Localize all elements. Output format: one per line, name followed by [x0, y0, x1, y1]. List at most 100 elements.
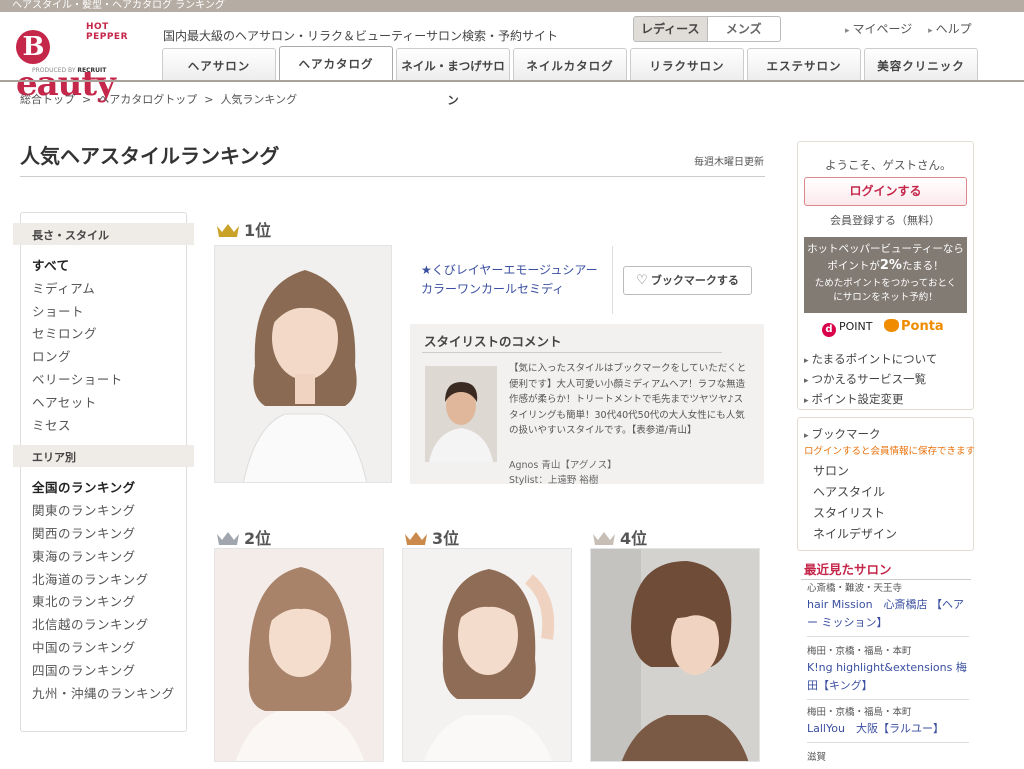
page-title: 人気ヘアスタイルランキング [20, 144, 280, 168]
silver-crown-icon [217, 532, 239, 545]
bookmark-list: サロン ヘアスタイル スタイリスト ネイルデザイン [813, 461, 897, 545]
tab-hair-catalog[interactable]: ヘアカタログ [279, 46, 393, 82]
stylist-salon[interactable]: Agnos 青山【アグノス】 [509, 458, 617, 473]
area-heading: エリア別 [13, 445, 194, 468]
logo-produced-by: PRODUCED BY RECRUIT [32, 67, 107, 74]
stylist-info: Agnos 青山【アグノス】 Stylist：上遠野 裕樹 [509, 458, 617, 488]
style-filter-long[interactable]: ロング [32, 346, 186, 369]
recent-divider [801, 579, 971, 580]
register-link[interactable]: 会員登録する（無料） [830, 212, 940, 228]
tab-nail-catalog[interactable]: ネイルカタログ [513, 48, 627, 82]
stylist-comment-text: 【気に入ったスタイルはブックマークをしていただくと便利です】大人可愛い小顔ミディ… [509, 363, 747, 437]
recent-salons-panel: 最近見たサロン 心斎橋・難波・天王寺 hair Mission 心斎橋店 【ヘア… [797, 555, 974, 763]
breadcrumb-top[interactable]: 総合トップ [20, 93, 75, 106]
stylist-comment-box: スタイリストのコメント 【気に入ったスタイルはブックマークをしていただくと便利で… [410, 324, 764, 486]
rank-3-label: 3位 [404, 525, 459, 549]
breadcrumb-current: 人気ランキング [220, 93, 298, 106]
bookmark-panel: ブックマーク ログインすると会員情報に保存できます サロン ヘアスタイル スタイ… [797, 417, 975, 551]
area-filter-tokai[interactable]: 東海のランキング [32, 546, 186, 569]
recent-salon-item[interactable]: 梅田・京橋・福島・本町 LallYou 大阪【ラルユー】 [807, 706, 969, 743]
area-filter-shikoku[interactable]: 四国のランキング [32, 660, 186, 683]
point-about-link[interactable]: たまるポイントについて [804, 350, 938, 370]
style-filter-short[interactable]: ショート [32, 301, 186, 324]
gender-toggle[interactable]: レディース メンズ [633, 16, 781, 42]
point-logos: d POINT Ponta [822, 319, 944, 337]
recent-salon-name[interactable]: K!ng highlight&extensions 梅田【キング】 [807, 659, 969, 695]
dpoint-logo: d POINT [822, 320, 872, 337]
main-tabs: ヘアサロン ヘアカタログ ネイル・まつげサロン ネイルカタログ リラクサロン エ… [162, 46, 981, 107]
rank-3-photo[interactable] [402, 548, 572, 762]
style-filter-semilong[interactable]: セミロング [32, 323, 186, 346]
mypage-link[interactable]: マイページ [845, 22, 912, 36]
style-filter-veryshort[interactable]: ベリーショート [32, 369, 186, 392]
stylist-name[interactable]: Stylist：上遠野 裕樹 [509, 473, 617, 488]
rank-1-label: 1位 [216, 217, 271, 241]
point-services-link[interactable]: つかえるサービス一覧 [804, 370, 937, 390]
bookmark-button[interactable]: ♡ ブックマークする [623, 266, 752, 295]
rank-1-photo[interactable] [214, 245, 392, 483]
recent-salon-area: 梅田・京橋・福島・本町 [807, 707, 912, 718]
title-divider [20, 176, 765, 177]
recent-salon-name[interactable]: LallYou 大阪【ラルユー】 [807, 720, 969, 738]
heart-icon: ♡ [636, 273, 648, 288]
bookmark-login-note[interactable]: ログインすると会員情報に保存できます [804, 443, 975, 457]
area-filter-tohoku[interactable]: 東北のランキング [32, 591, 186, 614]
hairstyle-photo-1 [215, 246, 391, 482]
tab-beauty-clinic[interactable]: 美容クリニック [864, 48, 978, 82]
recent-salon-item[interactable]: 心斎橋・難波・天王寺 hair Mission 心斎橋店 【ヘアー ミッション】 [807, 582, 969, 637]
update-note: 毎週木曜日更新 [694, 157, 764, 168]
recent-salon-item[interactable]: 滋賀 [807, 751, 969, 769]
point-promo-banner[interactable]: ホットペッパービューティーなら ポイントが2%たまる！ ためたポイントをつかって… [804, 237, 967, 313]
login-button[interactable]: ログインする [804, 177, 967, 206]
rank-1-style-title[interactable]: ★くびレイヤーエモージュシアーカラーワンカールセミディ [421, 261, 606, 299]
area-filter-list: 全国のランキング 関東のランキング 関西のランキング 東海のランキング 北海道の… [21, 467, 186, 713]
area-filter-hokkaido[interactable]: 北海道のランキング [32, 569, 186, 592]
rank-2-photo[interactable] [214, 548, 384, 762]
area-filter-chugoku[interactable]: 中国のランキング [32, 637, 186, 660]
style-filter-medium[interactable]: ミディアム [32, 278, 186, 301]
breadcrumb: 総合トップ > ヘアカタログトップ > 人気ランキング [20, 93, 298, 106]
bookmark-stylist-link[interactable]: スタイリスト [813, 503, 897, 524]
bookmark-hairstyle-link[interactable]: ヘアスタイル [813, 482, 897, 503]
area-filter-hokushinetsu[interactable]: 北信越のランキング [32, 614, 186, 637]
length-style-heading: 長さ・スタイル [13, 223, 194, 245]
breadcrumb-catalog[interactable]: ヘアカタログトップ [98, 93, 197, 106]
rank-2-label: 2位 [216, 525, 271, 549]
bookmark-nail-link[interactable]: ネイルデザイン [813, 524, 897, 545]
point-settings-link[interactable]: ポイント設定変更 [804, 390, 937, 410]
tab-esthe-salon[interactable]: エステサロン [747, 48, 861, 82]
style-filter-all[interactable]: すべて [32, 255, 186, 278]
recent-salon-name[interactable]: hair Mission 心斎橋店 【ヘアー ミッション】 [807, 596, 969, 632]
hairstyle-photo-3 [403, 549, 571, 761]
hairstyle-photo-2 [215, 549, 383, 761]
comment-divider [422, 352, 722, 353]
stylist-avatar[interactable] [425, 366, 497, 462]
top-strip: ヘアスタイル・髪型・ヘアカタログ ランキング [0, 0, 1024, 12]
recent-salon-area: 梅田・京橋・福島・本町 [807, 646, 912, 657]
style-filter-mrs[interactable]: ミセス [32, 415, 186, 438]
recent-salon-area: 心斎橋・難波・天王寺 [807, 583, 903, 594]
area-filter-kansai[interactable]: 関西のランキング [32, 523, 186, 546]
tab-hair-salon[interactable]: ヘアサロン [162, 48, 276, 82]
site-tagline: 国内最大級のヘアサロン・リラク＆ビューティーサロン検索・予約サイト [163, 29, 559, 43]
area-filter-kyushu[interactable]: 九州・沖縄のランキング [32, 683, 186, 706]
area-filter-national[interactable]: 全国のランキング [32, 477, 186, 500]
area-filter-kanto[interactable]: 関東のランキング [32, 500, 186, 523]
recent-salon-item[interactable]: 梅田・京橋・福島・本町 K!ng highlight&extensions 梅田… [807, 645, 969, 700]
crown-icon [593, 532, 615, 545]
bookmark-title[interactable]: ブックマーク [804, 426, 881, 442]
help-link[interactable]: ヘルプ [928, 22, 972, 36]
bookmark-salon-link[interactable]: サロン [813, 461, 897, 482]
mens-toggle[interactable]: メンズ [708, 17, 781, 41]
hotpepper-beauty-logo[interactable]: HOT PEPPER Beauty PRODUCED BY RECRUIT [16, 16, 146, 102]
ponta-logo: Ponta [883, 319, 944, 334]
rank-4-photo[interactable] [590, 548, 760, 762]
stylist-comment-heading: スタイリストのコメント [424, 334, 562, 349]
rank-4-label: 4位 [592, 525, 647, 549]
welcome-text: ようこそ、ゲストさん。 [825, 158, 952, 172]
ladies-toggle[interactable]: レディース [634, 17, 708, 41]
top-links: マイページ ヘルプ [845, 20, 984, 37]
tab-relax-salon[interactable]: リラクサロン [630, 48, 744, 82]
tab-nail-eyelash-salon[interactable]: ネイル・まつげサロン [396, 48, 510, 107]
style-filter-hairset[interactable]: ヘアセット [32, 392, 186, 415]
